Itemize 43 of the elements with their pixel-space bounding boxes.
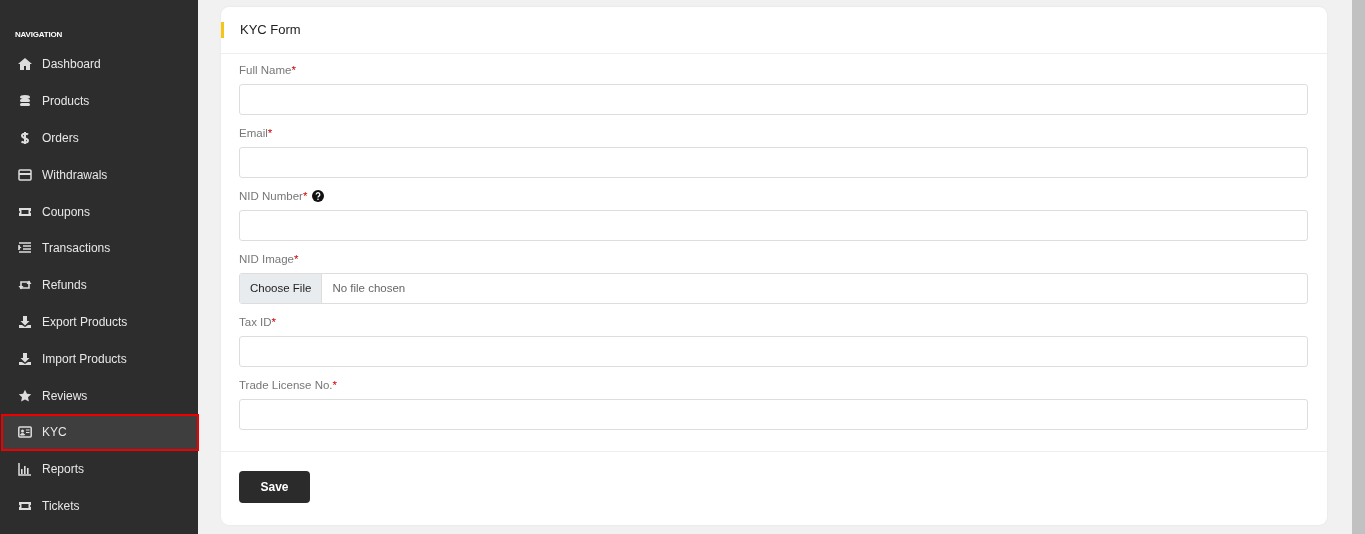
sidebar-item[interactable]: Import Products [1, 340, 199, 378]
sidebar-item[interactable]: Dashboard [1, 46, 199, 83]
bar-chart-icon [18, 462, 32, 477]
input-field[interactable] [239, 399, 1308, 430]
database-icon [18, 94, 32, 109]
star-icon [18, 388, 32, 403]
sidebar-item[interactable]: Reviews [1, 377, 199, 414]
file-status: No file chosen [331, 280, 406, 296]
save-button[interactable]: Save [239, 471, 310, 503]
sidebar-item[interactable]: Transactions [1, 230, 199, 267]
field-label: Email* [239, 126, 273, 140]
sidebar-item[interactable]: Coupons [1, 193, 199, 230]
credit-card-icon [18, 167, 32, 182]
file-input[interactable]: Choose File No file chosen [239, 273, 1308, 304]
sidebar-item[interactable]: Refunds [1, 266, 199, 304]
dollar-icon [18, 131, 32, 145]
sidebar-item[interactable]: KYC [1, 413, 199, 451]
scrollbar[interactable] [1352, 0, 1365, 534]
id-card-icon [18, 425, 32, 440]
field-label: Full Name* [239, 63, 296, 77]
house-icon [18, 57, 32, 72]
input-field[interactable] [239, 336, 1308, 367]
download-icon [18, 351, 32, 366]
download-icon [18, 314, 32, 329]
field-label: NID Image* [239, 252, 299, 266]
input-field[interactable] [239, 147, 1308, 178]
help-icon[interactable] [312, 190, 325, 202]
list-icon [18, 241, 32, 256]
sidebar-item[interactable]: Export Products [1, 303, 199, 341]
nav-heading: NAVIGATION [14, 29, 64, 41]
input-field[interactable] [239, 210, 1308, 241]
field-label: Tax ID* [239, 315, 277, 329]
sidebar-item[interactable]: Tickets [1, 487, 199, 525]
card-title: KYC Form [240, 21, 301, 40]
field-label: NID Number* [239, 189, 308, 203]
field-label: Trade License No.* [239, 378, 338, 392]
choose-file-button[interactable]: Choose File [240, 274, 323, 303]
input-field[interactable] [239, 84, 1308, 115]
sidebar-item[interactable]: Products [1, 82, 199, 120]
accent-bar [221, 22, 224, 38]
sidebar-item[interactable]: Orders [1, 119, 199, 157]
sidebar-item[interactable]: Withdrawals [1, 156, 199, 194]
sidebar-item[interactable]: Reports [1, 450, 199, 488]
